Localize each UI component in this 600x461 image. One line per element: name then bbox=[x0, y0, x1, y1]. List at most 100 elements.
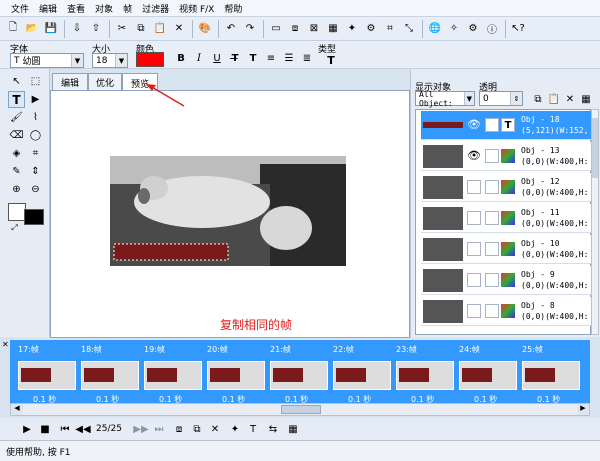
web-icon[interactable]: 🌐 bbox=[426, 20, 444, 38]
lock-checkbox[interactable] bbox=[485, 242, 499, 256]
tools-icon[interactable]: ⚙ bbox=[362, 20, 380, 38]
scrollbar-thumb[interactable] bbox=[592, 118, 598, 178]
frame-item[interactable]: 23:帧 0.1 秒 bbox=[396, 344, 458, 410]
close-icon[interactable]: ✕ bbox=[2, 340, 9, 349]
visibility-checkbox[interactable] bbox=[467, 180, 481, 194]
object-row[interactable]: Obj - 12 (0,0)(W:400,H: bbox=[421, 173, 593, 202]
measure-icon[interactable]: ⇕ bbox=[27, 163, 44, 180]
frame-item[interactable]: 22:帧 0.1 秒 bbox=[333, 344, 395, 410]
align-center-icon[interactable]: ☰ bbox=[280, 49, 298, 67]
menu-edit[interactable]: 编辑 bbox=[34, 2, 62, 15]
display-objects-select[interactable]: All Object: ▼ bbox=[415, 90, 475, 108]
font-select[interactable]: T 幼圆 ▼ bbox=[10, 53, 84, 68]
tab-edit[interactable]: 编辑 bbox=[52, 73, 88, 91]
info-icon[interactable]: ⓘ bbox=[483, 20, 501, 38]
strip-handle[interactable]: ✕ bbox=[0, 338, 10, 418]
crop-tool-icon[interactable]: ⌗ bbox=[27, 145, 44, 162]
select-rect-icon[interactable]: ⬚ bbox=[27, 73, 44, 90]
frame-strip-scrollbar[interactable]: ◀ ▶ bbox=[10, 403, 590, 416]
object-row[interactable]: Obj - 9 (0,0)(W:400,H: bbox=[421, 266, 593, 295]
export-icon[interactable]: ⇧ bbox=[87, 20, 105, 38]
visibility-checkbox[interactable] bbox=[467, 304, 481, 318]
palette-icon[interactable]: 🎨 bbox=[196, 20, 214, 38]
frame-item[interactable]: 20:帧 0.1 秒 bbox=[207, 344, 269, 410]
menu-filter[interactable]: 过滤器 bbox=[137, 2, 174, 15]
object-row[interactable]: 👁 T Obj - 18 (5,121)(W:152, bbox=[421, 111, 593, 140]
brush-icon[interactable]: 🖌 bbox=[8, 109, 25, 126]
object-props-icon[interactable]: ▦ bbox=[577, 90, 595, 108]
add-frame-icon[interactable]: ▭ bbox=[267, 20, 285, 38]
reverse-icon[interactable]: ⇆ bbox=[264, 420, 282, 438]
object-row[interactable]: 👁 Obj - 13 (0,0)(W:400,H: bbox=[421, 142, 593, 171]
text-tool-icon[interactable]: T bbox=[8, 91, 25, 108]
text-outline-icon[interactable]: T bbox=[244, 49, 262, 67]
lock-checkbox[interactable] bbox=[485, 118, 499, 132]
visibility-checkbox[interactable] bbox=[467, 242, 481, 256]
scroll-left-icon[interactable]: ◀ bbox=[11, 404, 23, 415]
lock-checkbox[interactable] bbox=[485, 149, 499, 163]
import-icon[interactable]: ⇩ bbox=[68, 20, 86, 38]
play-icon[interactable]: ▶ bbox=[27, 91, 44, 108]
menu-help[interactable]: 帮助 bbox=[219, 2, 247, 15]
context-help-icon[interactable]: ↖? bbox=[509, 20, 527, 38]
underline-icon[interactable]: U bbox=[208, 49, 226, 67]
scroll-right-icon[interactable]: ▶ bbox=[577, 404, 589, 415]
align-left-icon[interactable]: ≡ bbox=[262, 49, 280, 67]
save-icon[interactable]: 💾 bbox=[42, 20, 60, 38]
frame-item[interactable]: 18:帧 0.1 秒 bbox=[81, 344, 143, 410]
delete-frame-icon[interactable]: ✕ bbox=[206, 420, 224, 438]
duplicate-frame-icon[interactable]: ⧈ bbox=[286, 20, 304, 38]
size-select[interactable]: 18 ▼ bbox=[92, 53, 128, 68]
visibility-checkbox[interactable] bbox=[467, 211, 481, 225]
frame-item[interactable]: 24:帧 0.1 秒 bbox=[459, 344, 521, 410]
menu-object[interactable]: 对象 bbox=[90, 2, 118, 15]
frame-item[interactable]: 21:帧 0.1 秒 bbox=[270, 344, 332, 410]
align-right-icon[interactable]: ≣ bbox=[298, 49, 316, 67]
frame-props-icon[interactable]: ▦ bbox=[284, 420, 302, 438]
resize-icon[interactable]: ⤡ bbox=[400, 20, 418, 38]
play-icon[interactable]: ▶ bbox=[18, 420, 36, 438]
frame-delete-icon[interactable]: ⊠ bbox=[305, 20, 323, 38]
object-row[interactable]: Obj - 11 (0,0)(W:400,H: bbox=[421, 204, 593, 233]
duplicate-frame-icon[interactable]: ⧉ bbox=[188, 420, 206, 438]
color-swatch[interactable] bbox=[136, 52, 164, 67]
frame-item[interactable]: 19:帧 0.1 秒 bbox=[144, 344, 206, 410]
menu-video-fx[interactable]: 视频 F/X bbox=[174, 2, 219, 15]
frame-text-icon[interactable]: T bbox=[244, 420, 262, 438]
stop-icon[interactable]: ■ bbox=[36, 420, 54, 438]
lock-checkbox[interactable] bbox=[485, 211, 499, 225]
zoom-out-icon[interactable]: ⊖ bbox=[27, 181, 44, 198]
redo-icon[interactable]: ↷ bbox=[241, 20, 259, 38]
frame-props-icon[interactable]: ▦ bbox=[324, 20, 342, 38]
delete-icon[interactable]: ✕ bbox=[170, 20, 188, 38]
menu-frame[interactable]: 帧 bbox=[118, 2, 137, 15]
frame-effect-icon[interactable]: ✦ bbox=[226, 420, 244, 438]
add-frame-icon[interactable]: ⧈ bbox=[170, 420, 188, 438]
foreground-color-swatch[interactable] bbox=[24, 209, 44, 225]
wizard-icon[interactable]: ✧ bbox=[445, 20, 463, 38]
fill-icon[interactable]: ◈ bbox=[8, 145, 25, 162]
prev-frame-icon[interactable]: ◀◀ bbox=[74, 420, 92, 438]
paste-icon[interactable]: 📋 bbox=[151, 20, 169, 38]
menu-view[interactable]: 查看 bbox=[62, 2, 90, 15]
visibility-checkbox[interactable] bbox=[467, 273, 481, 287]
text-style-icon[interactable]: T̶ bbox=[226, 49, 244, 67]
next-frame-icon[interactable]: ▶▶ bbox=[132, 420, 150, 438]
lasso-icon[interactable]: ⌇ bbox=[27, 109, 44, 126]
text-type-icon[interactable]: T bbox=[322, 51, 340, 69]
object-list-scrollbar[interactable] bbox=[591, 109, 599, 335]
visibility-eye-icon[interactable]: 👁 bbox=[467, 118, 481, 131]
last-frame-icon[interactable]: ⏭ bbox=[150, 420, 168, 438]
effects-icon[interactable]: ✦ bbox=[343, 20, 361, 38]
first-frame-icon[interactable]: ⏮ bbox=[56, 420, 74, 438]
opacity-stepper[interactable]: 0 ⇕ bbox=[479, 91, 523, 106]
copy-icon[interactable]: ⧉ bbox=[132, 20, 150, 38]
menu-file[interactable]: 文件 bbox=[6, 2, 34, 15]
visibility-eye-icon[interactable]: 👁 bbox=[467, 149, 481, 162]
swap-colors-icon[interactable]: ⤢ bbox=[6, 219, 23, 236]
open-icon[interactable]: 📂 bbox=[23, 20, 41, 38]
undo-icon[interactable]: ↶ bbox=[222, 20, 240, 38]
lock-checkbox[interactable] bbox=[485, 180, 499, 194]
eraser-icon[interactable]: ⌫ bbox=[8, 127, 25, 144]
cut-icon[interactable]: ✂ bbox=[113, 20, 131, 38]
